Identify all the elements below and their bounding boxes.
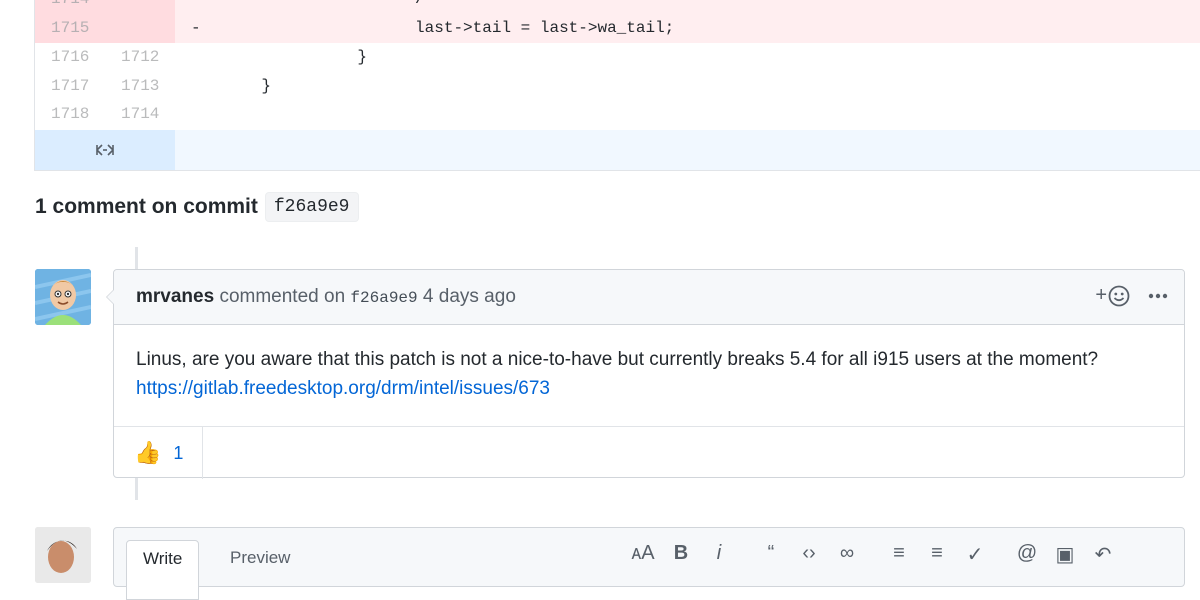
plus-icon: + [1095,284,1107,306]
avatar-image [35,527,91,583]
avatar[interactable] [35,269,91,325]
smiley-plus-icon [1108,285,1130,306]
add-reaction-button[interactable]: + [1095,284,1130,307]
unfold-icon [96,144,114,156]
comment-body-text: Linus, are you aware that this patch is … [136,349,1099,370]
markdown-toolbar: ᴀA B i “ ‹› ∞ ≡ ≡ ✓ @ ▣ ↶ [624,542,1122,567]
code-line: / [175,0,425,14]
unordered-list-icon[interactable]: ≡ [880,542,918,567]
kebab-horizontal-icon[interactable] [1148,293,1168,299]
reactions-bar: 👍 1 [114,426,1184,479]
timeline-line [135,247,138,269]
old-line-number[interactable]: 1716 [35,43,105,72]
diff-row-context: 1717 1713 } [35,72,1200,101]
ordered-list-icon[interactable]: ≡ [918,542,956,567]
tab-write[interactable]: Write [126,540,200,600]
old-line-number[interactable]: 1718 [35,100,105,129]
comment-timestamp[interactable]: 4 days ago [423,286,516,307]
new-line-number[interactable]: 1713 [105,72,175,101]
thumbs-up-reaction-button[interactable]: 👍 1 [114,427,203,479]
thumbs-up-icon: 👍 [134,440,162,465]
comment-commit-sha[interactable]: f26a9e9 [350,289,417,307]
text-size-icon[interactable]: ᴀA [624,542,662,567]
avatar[interactable] [35,527,91,583]
comment-header-actions: + [1095,284,1168,307]
code-line: } [175,77,272,95]
reaction-count: 1 [173,442,184,463]
avatar-image [35,269,91,325]
diff-expander-row [35,130,1200,170]
code-line: } [175,48,368,66]
saved-reply-icon[interactable]: ▣ [1046,542,1084,567]
comment-body: Linus, are you aware that this patch is … [136,345,1164,403]
diff-row-context: 1716 1712 } [35,43,1200,72]
new-line-number[interactable] [105,14,175,43]
diff-row-context: 1718 1714 [35,100,1200,129]
expand-diff-button[interactable] [35,130,175,170]
commit-sha[interactable]: f26a9e9 [264,192,359,222]
code-line: last->tail = last->wa_tail; [175,19,675,37]
new-line-number[interactable]: 1712 [105,43,175,72]
diff-block: 1714 - / 1715 - last->tail = last->wa_ta… [34,0,1200,171]
new-line-number[interactable] [105,0,175,14]
comment-meta: mrvanes commented on f26a9e9 4 days ago [136,270,516,324]
reply-icon[interactable]: ↶ [1084,542,1122,567]
bold-icon[interactable]: B [662,542,700,567]
old-line-number[interactable]: 1714 [35,0,105,14]
diff-row-deleted: 1714 - / [35,0,1200,14]
new-line-number[interactable]: 1714 [105,100,175,129]
mention-icon[interactable]: @ [1008,542,1046,567]
task-list-icon[interactable]: ✓ [956,542,994,567]
code-icon[interactable]: ‹› [790,542,828,567]
link-icon[interactable]: ∞ [828,542,866,567]
comment-author[interactable]: mrvanes [136,286,214,307]
tab-preview[interactable]: Preview [214,540,306,600]
old-line-number[interactable]: 1717 [35,72,105,101]
comments-heading: 1 comment on commit f26a9e9 [35,192,359,222]
new-comment-form: Write Preview ᴀA B i “ ‹› ∞ ≡ ≡ ✓ @ ▣ ↶ [113,527,1185,600]
quote-icon[interactable]: “ [752,542,790,567]
commit-comment: mrvanes commented on f26a9e9 4 days ago … [106,269,1185,479]
comment-header: mrvanes commented on f26a9e9 4 days ago … [114,270,1184,325]
diff-row-deleted: 1715 - last->tail = last->wa_tail; [35,14,1200,43]
timeline-line [135,478,138,500]
comments-heading-text: 1 comment on commit [35,195,258,218]
old-line-number[interactable]: 1715 [35,14,105,43]
comment-action: commented on [219,286,346,307]
issue-link[interactable]: https://gitlab.freedesktop.org/drm/intel… [136,378,550,399]
italic-icon[interactable]: i [700,542,738,567]
